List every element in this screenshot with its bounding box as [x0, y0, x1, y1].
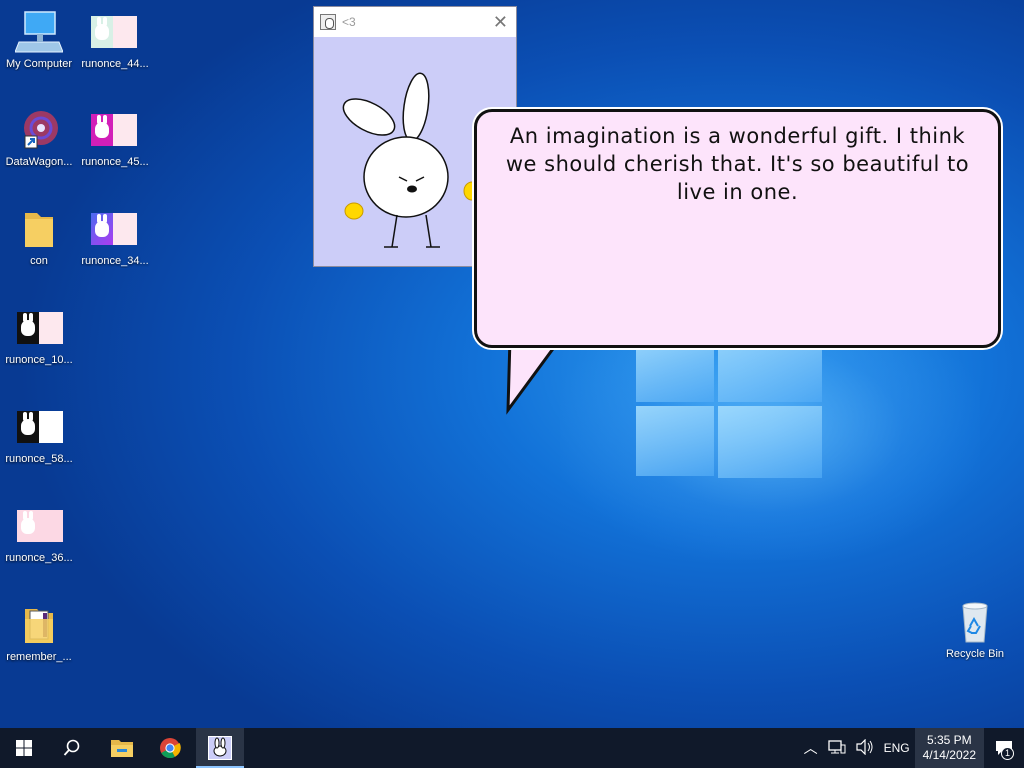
desktop-icon-label: Recycle Bin [945, 648, 1005, 660]
volume-icon[interactable] [851, 738, 879, 758]
taskbar-chrome[interactable] [146, 728, 194, 768]
clock-date: 4/14/2022 [922, 748, 976, 762]
taskbar-file-explorer[interactable] [98, 728, 146, 768]
folder-icon [15, 603, 63, 647]
image-file-icon [91, 108, 139, 152]
desktop-icon-runonce-45[interactable]: runonce_45... [76, 108, 154, 169]
computer-icon [14, 10, 64, 54]
start-button[interactable] [0, 728, 48, 768]
desktop-icon-label: runonce_36... [5, 552, 73, 564]
desktop-icon-label: runonce_34... [81, 255, 149, 267]
desktop-icon-label: DataWagon... [5, 156, 73, 168]
language-indicator[interactable]: ENG [879, 741, 915, 755]
bunny-app-icon [208, 736, 232, 760]
image-file-icon [15, 405, 63, 449]
system-tray: ︿ ENG 5:35 PM 4/14/2022 1 [799, 728, 1024, 768]
chevron-up-icon[interactable]: ︿ [799, 738, 823, 758]
chrome-icon [160, 738, 181, 759]
desktop-icon-con[interactable]: con [0, 207, 78, 268]
desktop-icon-label: My Computer [5, 58, 73, 70]
desktop-icon-recycle-bin[interactable]: Recycle Bin [936, 600, 1014, 661]
close-icon[interactable]: ✕ [493, 12, 508, 33]
desktop-icon-label: runonce_45... [81, 156, 149, 168]
desktop-icon-my-computer[interactable]: My Computer [0, 10, 78, 71]
desktop-icon-runonce-34[interactable]: runonce_34... [76, 207, 154, 268]
desktop-icon-label: remember_... [6, 651, 72, 663]
desktop-icon-remember[interactable]: remember_... [0, 603, 78, 664]
notification-count-badge: 1 [1001, 747, 1014, 760]
clock[interactable]: 5:35 PM 4/14/2022 [914, 728, 984, 768]
taskbar: ︿ ENG 5:35 PM 4/14/2022 1 [0, 728, 1024, 768]
pet-window-title: <3 [342, 15, 356, 29]
desktop-icon-label: runonce_10... [5, 354, 73, 366]
desktop-icon-runonce-44[interactable]: runonce_44... [76, 10, 154, 71]
image-file-icon [91, 10, 139, 54]
image-file-icon [91, 207, 139, 251]
network-icon[interactable] [823, 739, 851, 758]
desktop-icon-runonce-58[interactable]: runonce_58... [0, 405, 78, 466]
pet-window-titlebar[interactable]: <3 ✕ [314, 7, 516, 37]
recycle-bin-icon [951, 600, 999, 644]
desktop-icon-label: con [30, 255, 48, 267]
desktop-icon-datawagon[interactable]: DataWagon... [0, 108, 78, 169]
action-center-button[interactable]: 1 [984, 728, 1024, 768]
windows-start-icon [16, 740, 32, 756]
speech-bubble: An imagination is a wonderful gift. I th… [474, 109, 1001, 348]
desktop-icon-runonce-10[interactable]: runonce_10... [0, 306, 78, 367]
search-button[interactable] [48, 728, 96, 768]
desktop-icon-label: runonce_58... [5, 453, 73, 465]
speech-bubble-tail [506, 338, 560, 415]
desktop-icon-label: runonce_44... [81, 58, 149, 70]
desktop-icon-runonce-36[interactable]: runonce_36... [0, 504, 78, 565]
bunny-app-icon [320, 14, 336, 30]
clock-time: 5:35 PM [926, 733, 972, 747]
datawagon-shortcut-icon [15, 108, 63, 152]
image-file-icon [15, 504, 63, 548]
folder-icon [15, 207, 63, 251]
speech-bubble-text: An imagination is a wonderful gift. I th… [505, 124, 970, 204]
file-explorer-icon [111, 740, 133, 757]
image-file-icon [15, 306, 63, 350]
taskbar-bunny-app[interactable] [196, 728, 244, 768]
search-icon [63, 739, 80, 756]
